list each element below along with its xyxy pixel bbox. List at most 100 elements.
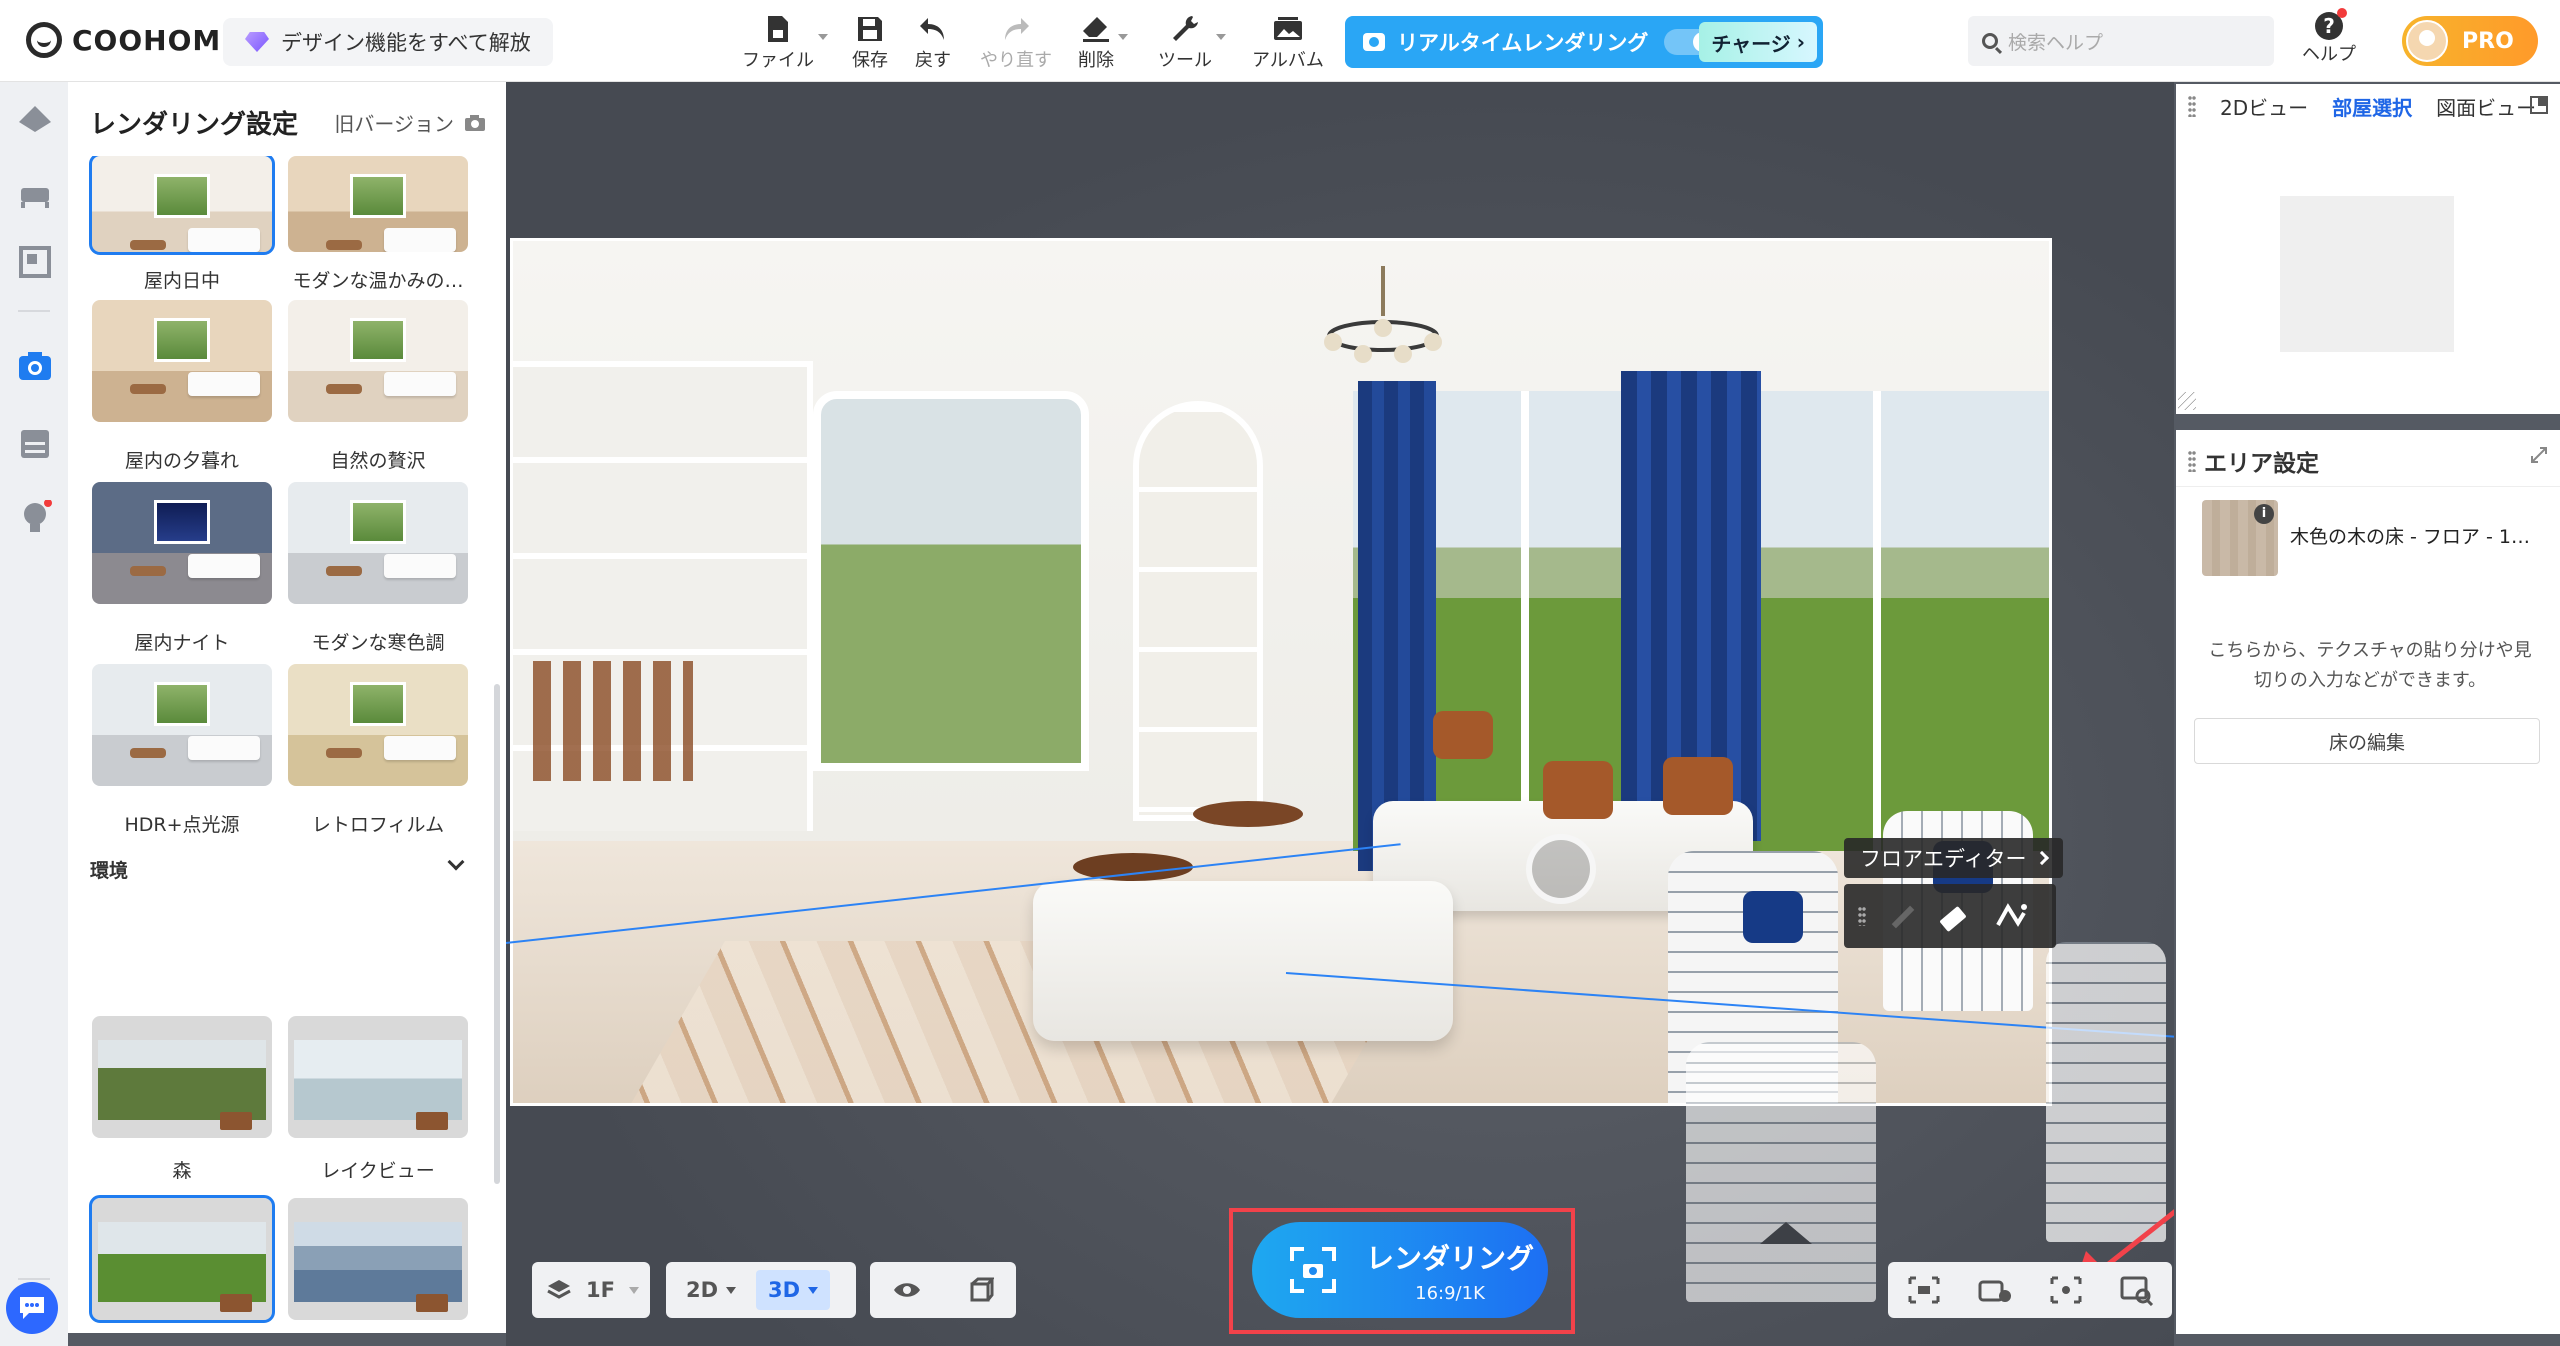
floor-edit-button[interactable]: 床の編集 (2194, 718, 2540, 764)
chevron-down-icon[interactable] (447, 853, 465, 871)
unlock-label: デザイン機能をすべて解放 (281, 31, 531, 55)
style-thumb-indoor-day[interactable] (89, 156, 275, 255)
redo-label: やり直す (980, 50, 1052, 71)
tools-label: ツール (1158, 50, 1212, 71)
view-tabs: 2Dビュー 部屋選択 図面ビュー (2176, 84, 2560, 128)
eraser-icon[interactable] (1942, 905, 1970, 927)
style-thumb-hdr-point-light[interactable] (92, 664, 272, 786)
style-thumb-retro-film[interactable] (288, 664, 468, 786)
album-button[interactable]: アルバム (1252, 12, 1324, 72)
view-2d-button[interactable]: 2D (674, 1270, 748, 1310)
minimap-preview[interactable] (2280, 196, 2454, 352)
view-3d-label: 3D (768, 1278, 801, 1302)
floor-material-thumbnail[interactable]: i (2202, 500, 2278, 576)
rail-divider (18, 310, 50, 312)
camera-settings-icon[interactable] (1977, 1274, 2013, 1306)
style-label: HDR+点光源 (124, 814, 240, 836)
chevron-down-icon (808, 1286, 819, 1294)
chat-support-button[interactable] (6, 1282, 58, 1334)
camera-tools (1888, 1262, 2172, 1318)
3d-viewport[interactable]: フロアエディター (506, 82, 2174, 1346)
undo-button[interactable]: 戻す (915, 12, 951, 72)
pro-label: PRO (2462, 28, 2514, 54)
style-thumb-modern-cool[interactable] (288, 482, 468, 604)
env-label: レイクビュー (321, 1160, 435, 1182)
pen-tool-icon[interactable] (1996, 903, 2028, 929)
render-camera-icon[interactable] (17, 348, 53, 384)
floorplan-icon[interactable] (17, 244, 53, 280)
floor-selector[interactable]: 1F (532, 1262, 650, 1318)
furniture-icon[interactable] (17, 176, 53, 212)
view-3d-button[interactable]: 3D (756, 1270, 831, 1310)
logo-icon (26, 22, 62, 58)
environment-section-title: 環境 (90, 860, 129, 882)
zoom-preview-icon[interactable] (2119, 1274, 2155, 1306)
focus-icon[interactable] (2048, 1274, 2084, 1306)
save-button[interactable]: 保存 (852, 12, 888, 72)
scene-object (1686, 1042, 1876, 1302)
camera-icon (1363, 33, 1385, 51)
cube-icon[interactable] (966, 1276, 994, 1304)
cabinet-icon[interactable] (17, 426, 53, 462)
env-thumb-forest[interactable] (92, 1016, 272, 1138)
help-label: ヘルプ (2302, 44, 2356, 65)
charge-button[interactable]: チャージ › (1699, 22, 1817, 62)
chevron-down-icon (818, 34, 828, 40)
panel-scrollbar[interactable] (494, 684, 500, 1184)
chevron-down-icon (726, 1286, 737, 1294)
eye-icon[interactable] (892, 1280, 922, 1300)
env-thumb-lake-view[interactable] (288, 1016, 468, 1138)
realtime-rendering-toggle[interactable]: リアルタイムレンダリング チャージ › (1345, 16, 1823, 68)
layers-icon (547, 1280, 571, 1299)
render-text: レンダリング 16:9/1K (1366, 1237, 1534, 1304)
style-thumb-indoor-night[interactable] (92, 482, 272, 604)
drag-handle-icon[interactable] (2188, 95, 2196, 117)
delete-button[interactable]: 削除 (1078, 12, 1128, 72)
camera-nav-up-arrow[interactable] (1760, 1222, 1812, 1244)
tab-floorplan-view[interactable]: 図面ビュー (2436, 92, 2536, 121)
floor-editor-button[interactable]: フロアエディター (1844, 838, 2063, 878)
info-icon[interactable]: i (2254, 504, 2274, 524)
drag-handle-icon[interactable] (2188, 450, 2196, 472)
material-name[interactable]: 木色の木の床 - フロア - 1… (2290, 522, 2546, 549)
help-button[interactable]: ? ヘルプ (2302, 8, 2356, 66)
render-preview-frame[interactable] (510, 238, 2052, 1106)
help-search-input[interactable]: 検索ヘルプ (1968, 16, 2274, 66)
area-settings-title: エリア設定 (2204, 451, 2319, 477)
top-bar: COOHOM デザイン機能をすべて解放 ファイル 保存 戻す やり直す 削除 ツ… (0, 0, 2560, 82)
pencil-icon[interactable] (1892, 904, 1916, 928)
redo-icon (1001, 12, 1031, 46)
render-style-list: 屋内日中 モダンな温かみの… 屋内の夕暮れ 自然の贅沢 屋内ナイト モダンな寒色… (68, 156, 506, 1333)
tools-menu-button[interactable]: ツール (1158, 12, 1226, 72)
file-menu-button[interactable]: ファイル (742, 12, 828, 72)
style-label: 自然の贅沢 (330, 450, 426, 472)
view-2d-label: 2D (686, 1278, 719, 1302)
logo: COOHOM (26, 22, 221, 58)
expand-icon[interactable] (2530, 446, 2548, 464)
drag-handle-icon[interactable] (1858, 906, 1866, 926)
camera-view-icon[interactable] (1906, 1274, 1942, 1306)
env-thumb-lawn[interactable] (89, 1195, 275, 1323)
unlock-all-features-button[interactable]: デザイン機能をすべて解放 (223, 18, 553, 66)
build-icon[interactable] (17, 100, 53, 136)
env-thumb-mountain[interactable] (288, 1198, 468, 1320)
camera-position-handle[interactable] (1526, 834, 1596, 904)
lighting-icon[interactable] (17, 500, 53, 536)
tab-2d-view[interactable]: 2Dビュー (2220, 92, 2308, 121)
logo-text: COOHOM (72, 23, 222, 57)
redo-button[interactable]: やり直す (980, 12, 1052, 72)
resize-handle-icon[interactable] (2178, 392, 2196, 410)
old-version-button[interactable]: 旧バージョン (334, 108, 486, 137)
chat-icon (20, 1297, 44, 1319)
style-thumb-modern-warm[interactable] (288, 156, 468, 252)
help-icon: ? (2315, 8, 2347, 40)
style-thumb-indoor-dusk[interactable] (92, 300, 272, 422)
render-button[interactable]: レンダリング 16:9/1K (1252, 1222, 1548, 1318)
popout-icon[interactable] (2530, 96, 2548, 114)
pro-account-button[interactable]: PRO (2402, 16, 2538, 66)
tab-room-select[interactable]: 部屋選択 (2332, 92, 2412, 121)
style-label: モダンな寒色調 (311, 632, 445, 654)
floor-editor-toolbar (1844, 884, 2056, 948)
style-label: 屋内日中 (143, 270, 220, 292)
style-thumb-natural-luxury[interactable] (288, 300, 468, 422)
